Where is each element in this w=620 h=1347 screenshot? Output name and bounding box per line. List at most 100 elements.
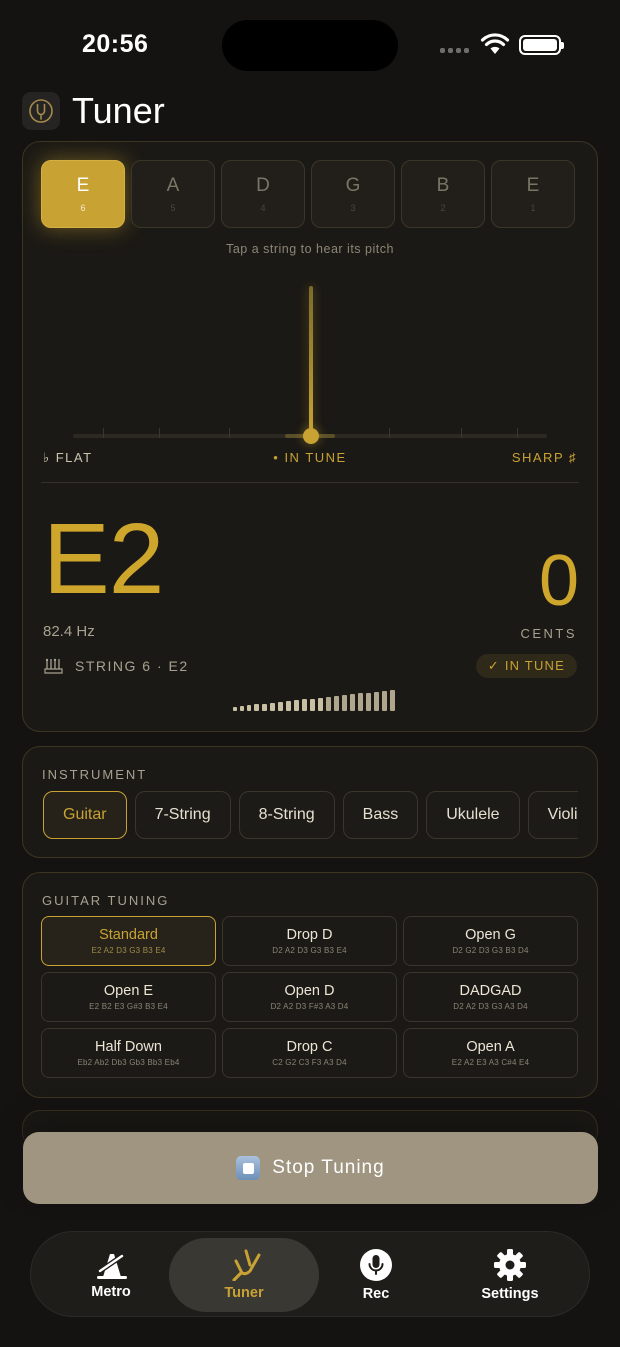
tab-bar: Metro Tuner Rec Settings [30,1231,590,1317]
tab-tuner[interactable]: Tuner [169,1238,319,1312]
string-number: 2 [440,203,446,213]
chip-violin[interactable]: Violin [527,791,578,839]
tuning-notes: C2 G2 C3 F3 A3 D4 [272,1058,347,1067]
tuning-card: GUITAR TUNING Standard E2 A2 D3 G3 B3 E4… [22,872,598,1098]
tuning-name: Drop D [286,927,333,943]
tab-rec[interactable]: Rec [331,1238,421,1312]
string-note: E [526,175,540,196]
tuning-open-g[interactable]: Open G D2 G2 D3 G3 B3 D4 [403,916,578,966]
battery-icon [519,35,564,55]
string-number: 5 [170,203,176,213]
level-bar [233,707,237,711]
tuning-fork-icon [232,1249,261,1281]
level-bar [342,695,347,711]
string-info-text: STRING 6 · E2 [75,658,189,674]
level-bar [254,704,259,711]
level-bar [358,693,363,711]
string-button-1[interactable]: E 1 [491,160,575,228]
tuning-open-d[interactable]: Open D D2 A2 D3 F#3 A3 D4 [222,972,397,1022]
frequency-readout: 82.4 Hz [43,623,95,640]
level-bar [286,701,291,711]
meter-tick [229,428,230,438]
instrument-chips: Guitar 7-String 8-String Bass Ukulele Vi… [43,791,578,841]
gear-icon [494,1249,526,1281]
level-bar [310,698,315,711]
level-bar [318,697,323,711]
tuning-name: Open A [466,1039,515,1055]
tuning-name: Drop C [286,1039,333,1055]
tuning-open-a[interactable]: Open A E2 A2 E3 A3 C#4 E4 [403,1028,578,1078]
tuning-meter [73,282,547,452]
string-button-2[interactable]: B 2 [401,160,485,228]
meter-pivot [303,428,319,444]
tuning-drop-d[interactable]: Drop D D2 A2 D3 G3 B3 E4 [222,916,397,966]
level-bar [294,700,299,711]
app-header: Tuner [22,90,165,132]
tuning-notes: E2 A2 E3 A3 C#4 E4 [451,1058,530,1067]
stop-icon [236,1156,261,1180]
level-bar [382,690,387,711]
tuning-standard[interactable]: Standard E2 A2 D3 G3 B3 E4 [41,916,216,966]
tuning-grid: Standard E2 A2 D3 G3 B3 E4 Drop D D2 A2 … [41,916,578,1078]
chip-guitar[interactable]: Guitar [43,791,127,839]
string-number: 4 [260,203,266,213]
level-bar [278,701,283,711]
chip-ukulele[interactable]: Ukulele [426,791,520,839]
tuning-name: Open E [103,983,154,999]
tuning-open-e[interactable]: Open E E2 B2 E3 G#3 B3 E4 [41,972,216,1022]
sharp-label: SHARP ♯ [511,450,577,465]
meter-needle [309,286,313,434]
tuning-drop-c[interactable]: Drop C C2 G2 C3 F3 A3 D4 [222,1028,397,1078]
level-bar [247,705,251,711]
tab-settings[interactable]: Settings [455,1238,565,1312]
meter-tick [389,428,390,438]
level-bar [334,695,339,711]
string-note: D [256,175,270,196]
tuning-notes: D2 A2 D3 G3 B3 E4 [272,946,347,955]
chip-8-string[interactable]: 8-String [238,791,335,839]
level-bar [302,699,307,711]
cents-value: 0 [538,541,579,621]
tuning-name: DADGAD [459,983,522,999]
page-title: Tuner [72,90,165,131]
string-info: STRING 6 · E2 [43,657,189,675]
chip-bass[interactable]: Bass [342,791,419,839]
meter-tick [103,428,104,438]
tuning-name: Standard [99,927,158,943]
tuning-notes: D2 A2 D3 G3 A3 D4 [453,1002,528,1011]
tab-label: Rec [362,1286,390,1302]
tab-label: Tuner [224,1285,264,1301]
chip-7-string[interactable]: 7-String [134,791,231,839]
level-bar [262,703,267,711]
metronome-icon [97,1253,127,1279]
meter-tick [461,428,462,438]
tuning-notes: E2 B2 E3 G#3 B3 E4 [89,1002,168,1011]
app-logo-icon [22,92,60,130]
tuning-notes: D2 G2 D3 G3 B3 D4 [452,946,529,955]
level-bar [326,696,331,711]
tuning-half-down[interactable]: Half Down Eb2 Ab2 Db3 Gb3 Bb3 Eb4 [41,1028,216,1078]
level-bar [240,706,244,711]
tuning-notes: D2 A2 D3 F#3 A3 D4 [270,1002,349,1011]
instrument-section-label: INSTRUMENT [42,767,148,782]
status-bar: 20:56 [0,0,620,90]
tuning-dadgad[interactable]: DADGAD D2 A2 D3 G3 A3 D4 [403,972,578,1022]
tab-metro[interactable]: Metro [51,1238,171,1312]
dynamic-island [222,20,398,71]
stop-tuning-label: Stop Tuning [272,1157,385,1178]
string-button-6[interactable]: E 6 [41,160,125,228]
input-level-meter [233,690,395,711]
stop-tuning-button[interactable]: Stop Tuning [23,1132,598,1204]
string-button-4[interactable]: D 4 [221,160,305,228]
level-bar [366,692,371,711]
tuning-name: Open G [465,927,516,943]
tuning-notes: Eb2 Ab2 Db3 Gb3 Bb3 Eb4 [77,1058,180,1067]
tab-label: Metro [91,1284,131,1300]
cellular-signal-icon [440,48,469,53]
string-button-5[interactable]: A 5 [131,160,215,228]
string-selector: E 6 A 5 D 4 G 3 B 2 E 1 [41,160,575,228]
string-button-3[interactable]: G 3 [311,160,395,228]
string-number: 6 [80,203,86,213]
string-number: 1 [530,203,536,213]
wifi-icon [480,33,510,54]
